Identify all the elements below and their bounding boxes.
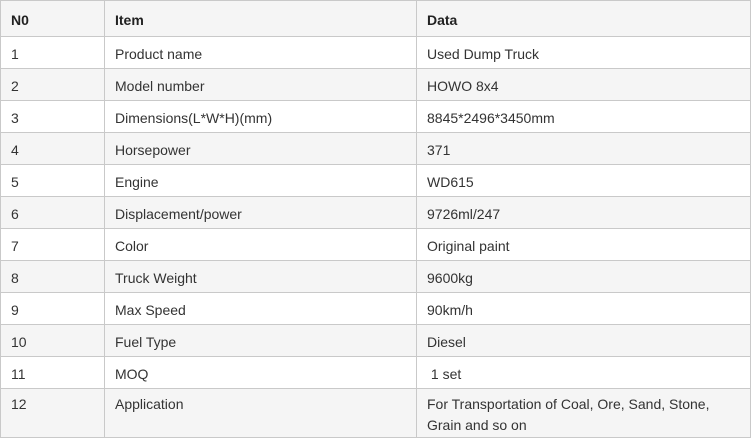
table-row: 7 Color Original paint [0, 228, 751, 261]
row-data: WD615 [416, 164, 751, 197]
row-item: Application [104, 388, 417, 438]
row-item: Truck Weight [104, 260, 417, 293]
row-item: Color [104, 228, 417, 261]
row-data: 90km/h [416, 292, 751, 325]
table-row: 8 Truck Weight 9600kg [0, 260, 751, 293]
row-no: 4 [0, 132, 105, 165]
row-data: For Transportation of Coal, Ore, Sand, S… [416, 388, 751, 438]
row-no: 2 [0, 68, 105, 101]
table-header-row: N0 Item Data [0, 0, 751, 37]
row-data: 1 set [416, 356, 751, 389]
table-row: 12 Application For Transportation of Coa… [0, 388, 751, 438]
row-item: Max Speed [104, 292, 417, 325]
table-row: 2 Model number HOWO 8x4 [0, 68, 751, 101]
row-data: Used Dump Truck [416, 36, 751, 69]
row-item: Displacement/power [104, 196, 417, 229]
row-no: 12 [0, 388, 105, 438]
row-data: 9726ml/247 [416, 196, 751, 229]
row-data: Original paint [416, 228, 751, 261]
table-row: 11 MOQ 1 set [0, 356, 751, 389]
table-row: 1 Product name Used Dump Truck [0, 36, 751, 69]
row-item: Horsepower [104, 132, 417, 165]
row-no: 5 [0, 164, 105, 197]
row-no: 6 [0, 196, 105, 229]
row-item: Engine [104, 164, 417, 197]
header-no: N0 [0, 0, 105, 37]
header-item: Item [104, 0, 417, 37]
row-no: 7 [0, 228, 105, 261]
row-no: 3 [0, 100, 105, 133]
row-data: 8845*2496*3450mm [416, 100, 751, 133]
row-no: 9 [0, 292, 105, 325]
row-item: Fuel Type [104, 324, 417, 357]
table-row: 4 Horsepower 371 [0, 132, 751, 165]
table-row: 5 Engine WD615 [0, 164, 751, 197]
row-no: 1 [0, 36, 105, 69]
table-row: 10 Fuel Type Diesel [0, 324, 751, 357]
row-no: 10 [0, 324, 105, 357]
row-item: Product name [104, 36, 417, 69]
header-data: Data [416, 0, 751, 37]
row-item: Model number [104, 68, 417, 101]
table-row: 3 Dimensions(L*W*H)(mm) 8845*2496*3450mm [0, 100, 751, 133]
row-item: MOQ [104, 356, 417, 389]
spec-table: N0 Item Data 1 Product name Used Dump Tr… [0, 0, 751, 438]
row-no: 11 [0, 356, 105, 389]
row-item: Dimensions(L*W*H)(mm) [104, 100, 417, 133]
row-data: 371 [416, 132, 751, 165]
row-data: Diesel [416, 324, 751, 357]
table-row: 6 Displacement/power 9726ml/247 [0, 196, 751, 229]
table-row: 9 Max Speed 90km/h [0, 292, 751, 325]
row-data: 9600kg [416, 260, 751, 293]
row-no: 8 [0, 260, 105, 293]
row-data: HOWO 8x4 [416, 68, 751, 101]
